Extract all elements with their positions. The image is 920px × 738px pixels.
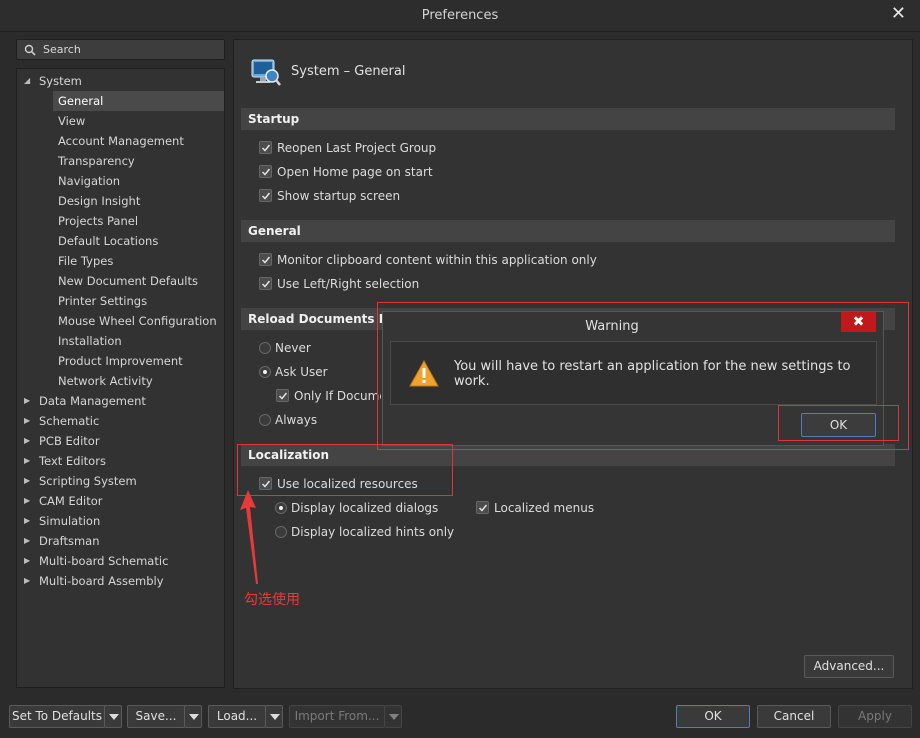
collapse-arrow-icon[interactable]: ◢ [24,71,30,91]
radio-button[interactable] [275,502,287,514]
checkbox-show-startup-screen[interactable]: Show startup screen [259,187,559,205]
apply-button[interactable]: Apply [838,705,912,728]
tree-item-installation[interactable]: Installation [17,331,224,351]
tree-item-file-types[interactable]: File Types [17,251,224,271]
radio-display-localized-dialogs[interactable]: Display localized dialogs [275,499,465,517]
checkbox[interactable] [476,501,489,514]
import-from-dropdown[interactable] [384,705,402,728]
preferences-tree: ◢ System General View Account Management… [16,68,225,688]
expand-arrow-icon[interactable]: ▶ [24,411,30,431]
tree-item-projects-panel[interactable]: Projects Panel [17,211,224,231]
search-box[interactable] [16,39,225,60]
save-button[interactable]: Save... [127,705,185,728]
tree-item-cam-editor[interactable]: ▶ CAM Editor [17,491,224,511]
expand-arrow-icon[interactable]: ▶ [24,391,30,411]
checkmark-icon [261,144,271,152]
expand-arrow-icon[interactable]: ▶ [24,451,30,471]
set-to-defaults-dropdown[interactable] [104,705,122,728]
checkmark-icon [278,392,288,400]
tree-item-simulation[interactable]: ▶ Simulation [17,511,224,531]
section-header-startup: Startup [241,108,895,130]
tree-item-scripting-system[interactable]: ▶ Scripting System [17,471,224,491]
checkbox[interactable] [259,141,272,154]
expand-arrow-icon[interactable]: ▶ [24,431,30,451]
page-title: System – General [291,64,406,79]
checkmark-icon [261,280,271,288]
checkbox-only-if-document[interactable]: Only If Document [276,387,381,405]
tree-item-new-document-defaults[interactable]: New Document Defaults [17,271,224,291]
tree-item-multi-board-schematic[interactable]: ▶ Multi-board Schematic [17,551,224,571]
window-title: Preferences [421,8,499,23]
search-input[interactable] [41,41,221,58]
title-bar: Preferences ✕ [0,0,920,32]
expand-arrow-icon[interactable]: ▶ [24,551,30,571]
load-dropdown[interactable] [265,705,283,728]
radio-ask-user[interactable]: Ask User [259,363,379,381]
tree-item-view[interactable]: View [17,111,224,131]
checkbox[interactable] [259,277,272,290]
radio-button[interactable] [259,342,271,354]
load-button[interactable]: Load... [208,705,266,728]
annotation-text: 勾选使用 [244,592,300,608]
tree-item-draftsman[interactable]: ▶ Draftsman [17,531,224,551]
close-icon[interactable]: ✕ [891,3,906,24]
checkmark-icon [478,504,488,512]
tree-item-text-editors[interactable]: ▶ Text Editors [17,451,224,471]
checkbox-reopen-last-project-group[interactable]: Reopen Last Project Group [259,139,559,157]
expand-arrow-icon[interactable]: ▶ [24,531,30,551]
system-general-icon [251,59,281,86]
import-from-button[interactable]: Import From... [289,705,385,728]
tree-item-default-locations[interactable]: Default Locations [17,231,224,251]
checkbox[interactable] [276,389,289,402]
tree-item-account-management[interactable]: Account Management [17,131,224,151]
tree-item-data-management[interactable]: ▶ Data Management [17,391,224,411]
tree-item-design-insight[interactable]: Design Insight [17,191,224,211]
checkbox[interactable] [259,165,272,178]
save-dropdown[interactable] [184,705,202,728]
annotation-arrow-icon [240,490,258,584]
tree-item-product-improvement[interactable]: Product Improvement [17,351,224,371]
checkbox-left-right-selection[interactable]: Use Left/Right selection [259,275,559,293]
tree-item-general[interactable]: General [53,91,224,111]
set-to-defaults-button[interactable]: Set To Defaults [9,705,105,728]
expand-arrow-icon[interactable]: ▶ [24,471,30,491]
radio-button[interactable] [259,366,271,378]
tree-item-multi-board-assembly[interactable]: ▶ Multi-board Assembly [17,571,224,591]
tree-item-printer-settings[interactable]: Printer Settings [17,291,224,311]
tree-item-system[interactable]: ◢ System [17,71,224,91]
annotation-box-ok [778,405,899,441]
checkbox[interactable] [259,189,272,202]
expand-arrow-icon[interactable]: ▶ [24,491,30,511]
search-icon [24,44,36,56]
radio-always[interactable]: Always [259,411,379,429]
expand-arrow-icon[interactable]: ▶ [24,511,30,531]
tree-item-pcb-editor[interactable]: ▶ PCB Editor [17,431,224,451]
checkmark-icon [261,256,271,264]
checkbox[interactable] [259,253,272,266]
tree-item-navigation[interactable]: Navigation [17,171,224,191]
ok-button[interactable]: OK [676,705,750,728]
checkbox-monitor-clipboard[interactable]: Monitor clipboard content within this ap… [259,251,659,269]
expand-arrow-icon[interactable]: ▶ [24,571,30,591]
checkbox-localized-menus[interactable]: Localized menus [476,499,606,517]
radio-button[interactable] [259,414,271,426]
section-header-general: General [241,220,895,242]
radio-button[interactable] [275,526,287,538]
tree-item-network-activity[interactable]: Network Activity [17,371,224,391]
tree-item-transparency[interactable]: Transparency [17,151,224,171]
cancel-button[interactable]: Cancel [757,705,831,728]
checkbox-open-home-page[interactable]: Open Home page on start [259,163,559,181]
checkmark-icon [261,168,271,176]
annotation-box-localization [237,444,453,496]
tree-item-mouse-wheel-configuration[interactable]: Mouse Wheel Configuration [17,311,224,331]
radio-never[interactable]: Never [259,339,379,357]
radio-display-localized-hints-only[interactable]: Display localized hints only [275,523,475,541]
advanced-button[interactable]: Advanced... [804,655,894,678]
tree-item-schematic[interactable]: ▶ Schematic [17,411,224,431]
checkmark-icon [261,192,271,200]
